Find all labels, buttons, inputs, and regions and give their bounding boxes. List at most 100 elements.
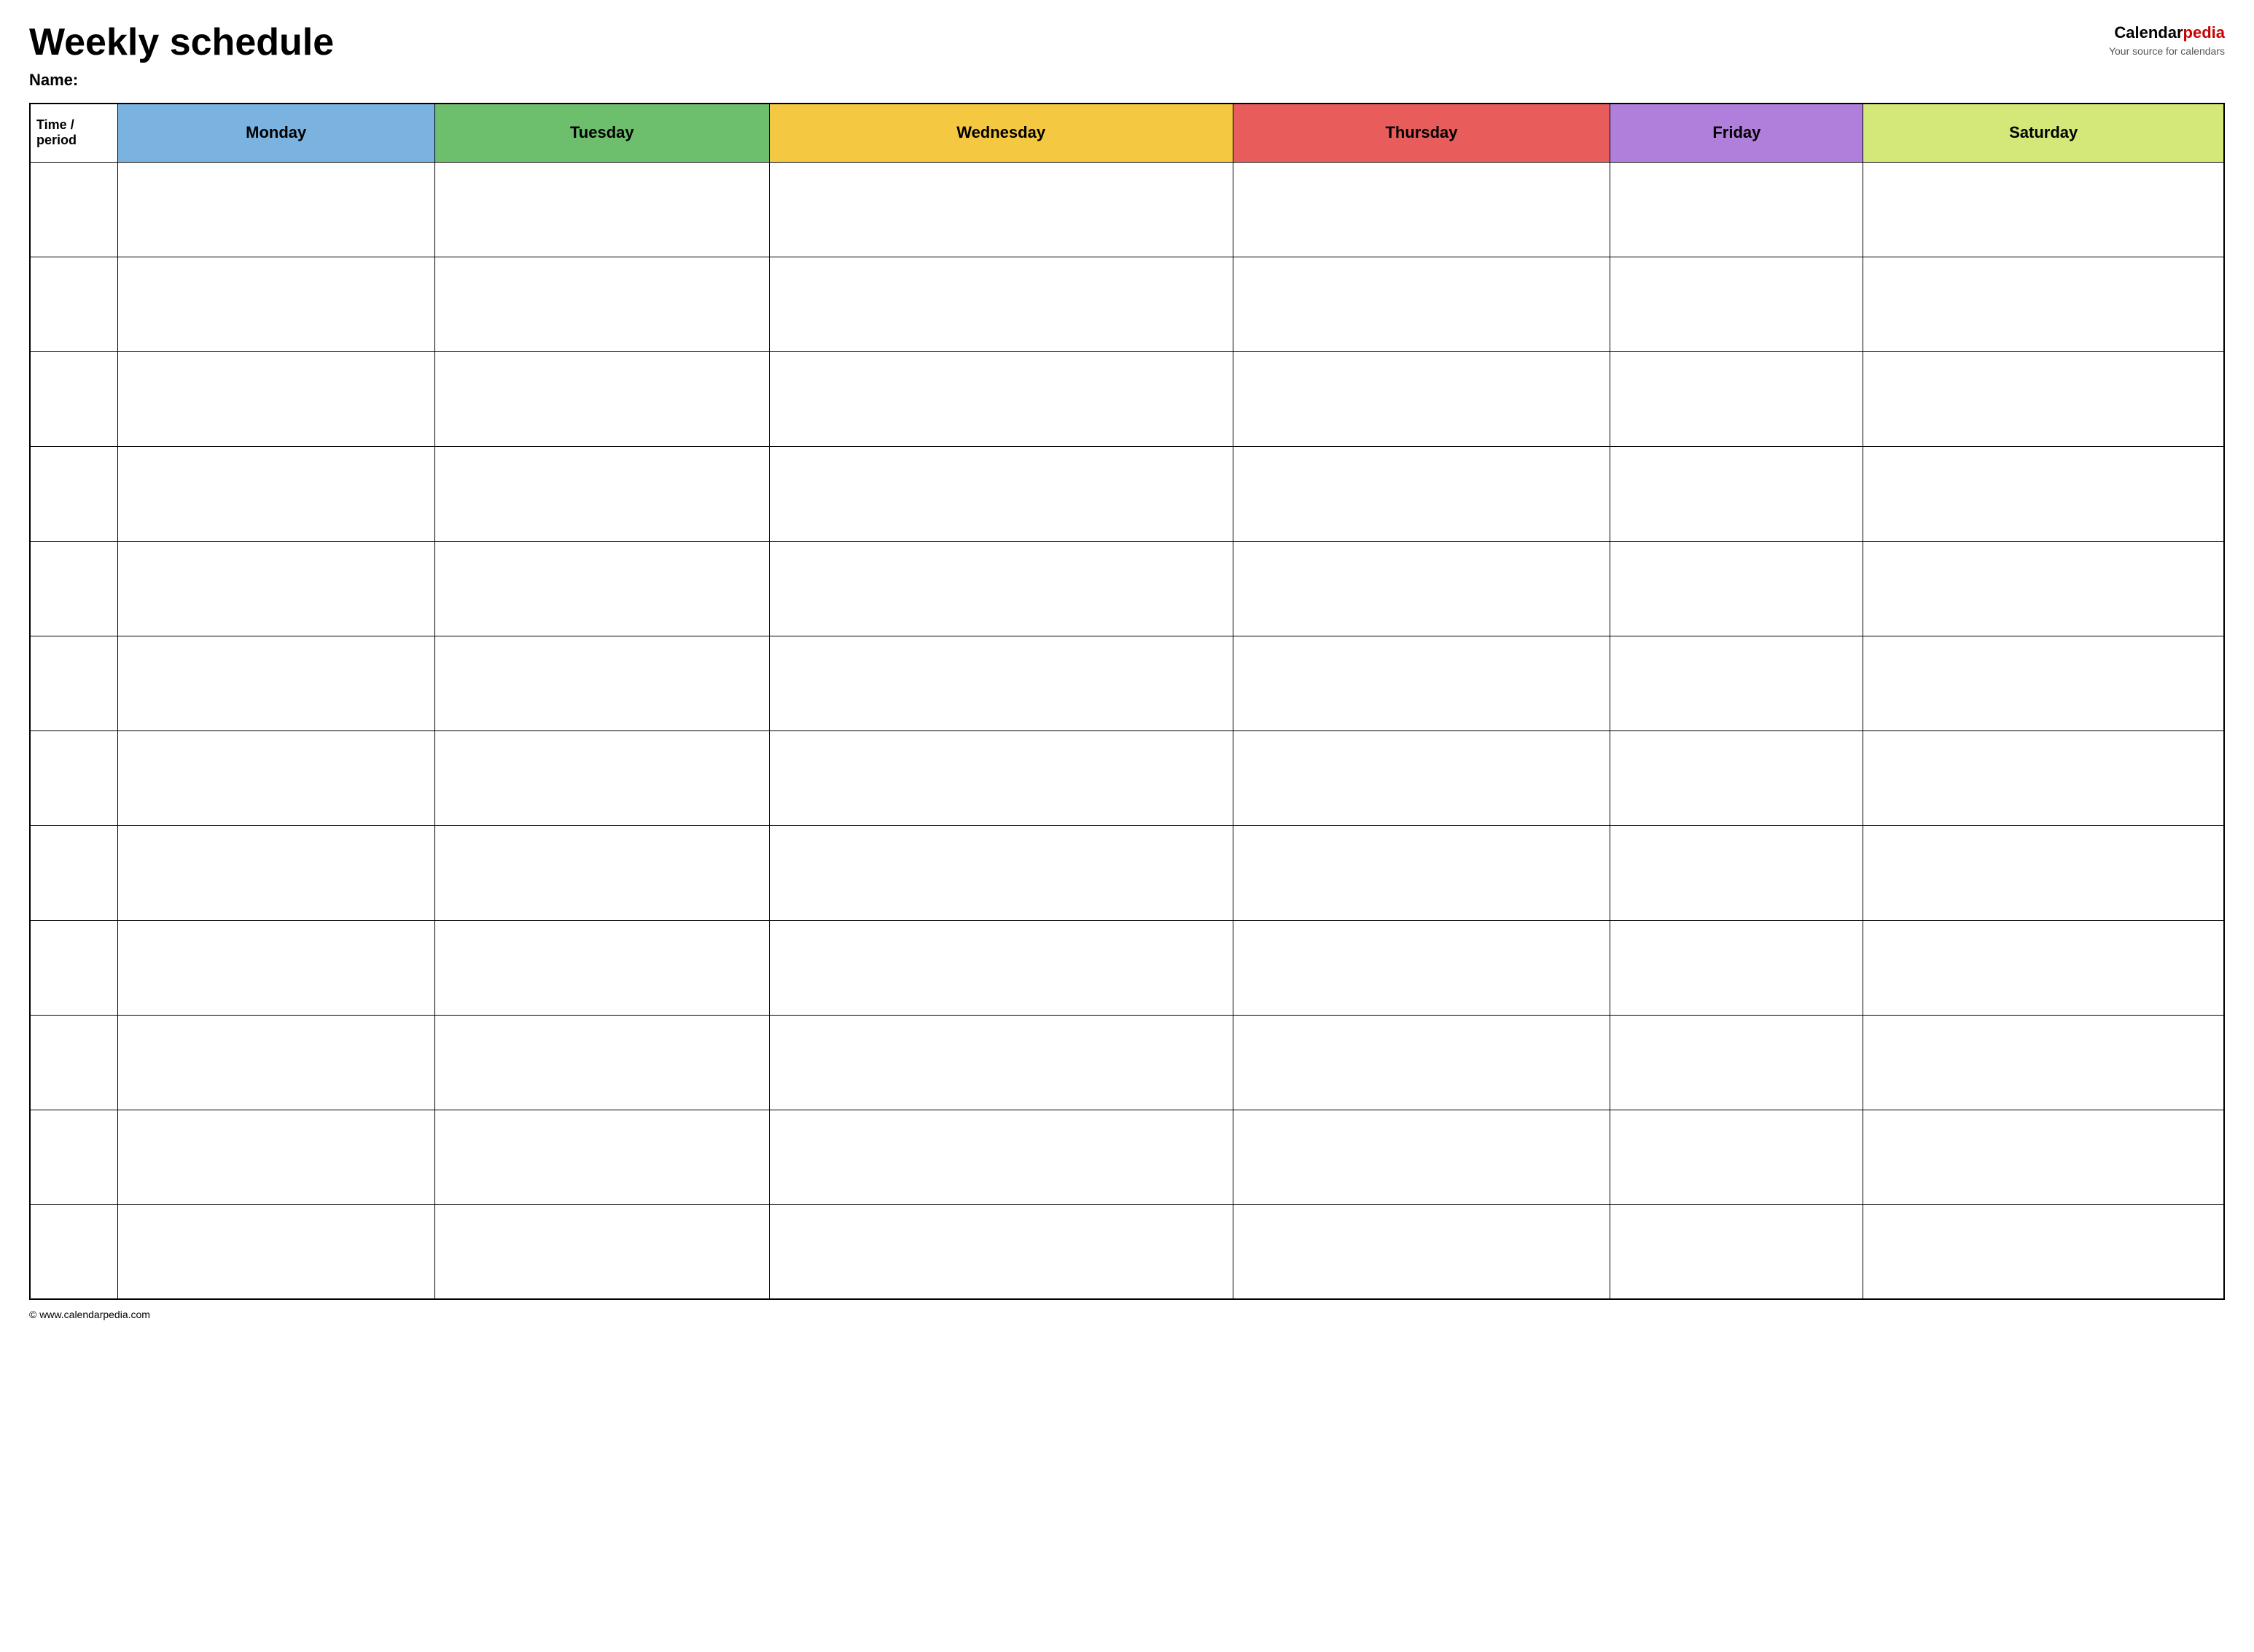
- cell-wednesday[interactable]: [769, 541, 1233, 636]
- cell-friday[interactable]: [1610, 730, 1863, 825]
- cell-thursday[interactable]: [1233, 446, 1610, 541]
- cell-wednesday[interactable]: [769, 1110, 1233, 1204]
- cell-thursday[interactable]: [1233, 351, 1610, 446]
- cell-friday[interactable]: [1610, 636, 1863, 730]
- cell-wednesday[interactable]: [769, 446, 1233, 541]
- table-row: [30, 920, 2224, 1015]
- cell-wednesday[interactable]: [769, 636, 1233, 730]
- table-row: [30, 636, 2224, 730]
- time-cell[interactable]: [30, 636, 117, 730]
- page-title: Weekly schedule: [29, 22, 334, 63]
- cell-tuesday[interactable]: [434, 541, 769, 636]
- cell-wednesday[interactable]: [769, 257, 1233, 351]
- cell-saturday[interactable]: [1863, 162, 2224, 257]
- cell-monday[interactable]: [117, 730, 434, 825]
- cell-friday[interactable]: [1610, 1015, 1863, 1110]
- cell-thursday[interactable]: [1233, 257, 1610, 351]
- cell-saturday[interactable]: [1863, 920, 2224, 1015]
- cell-saturday[interactable]: [1863, 730, 2224, 825]
- logo-text: Calendarpedia: [2109, 22, 2225, 44]
- cell-friday[interactable]: [1610, 257, 1863, 351]
- time-cell[interactable]: [30, 351, 117, 446]
- header-row: Time / period Monday Tuesday Wednesday T…: [30, 104, 2224, 162]
- cell-tuesday[interactable]: [434, 446, 769, 541]
- cell-monday[interactable]: [117, 446, 434, 541]
- col-header-thursday: Thursday: [1233, 104, 1610, 162]
- table-row: [30, 1204, 2224, 1299]
- cell-thursday[interactable]: [1233, 1015, 1610, 1110]
- cell-tuesday[interactable]: [434, 1015, 769, 1110]
- cell-tuesday[interactable]: [434, 636, 769, 730]
- cell-thursday[interactable]: [1233, 825, 1610, 920]
- cell-thursday[interactable]: [1233, 920, 1610, 1015]
- logo-calendar-part: Calendar: [2114, 23, 2183, 42]
- table-row: [30, 257, 2224, 351]
- cell-friday[interactable]: [1610, 446, 1863, 541]
- time-cell[interactable]: [30, 730, 117, 825]
- cell-wednesday[interactable]: [769, 1015, 1233, 1110]
- cell-friday[interactable]: [1610, 1110, 1863, 1204]
- cell-monday[interactable]: [117, 920, 434, 1015]
- cell-thursday[interactable]: [1233, 541, 1610, 636]
- cell-wednesday[interactable]: [769, 825, 1233, 920]
- cell-monday[interactable]: [117, 162, 434, 257]
- cell-tuesday[interactable]: [434, 920, 769, 1015]
- cell-thursday[interactable]: [1233, 162, 1610, 257]
- cell-thursday[interactable]: [1233, 636, 1610, 730]
- cell-tuesday[interactable]: [434, 257, 769, 351]
- cell-friday[interactable]: [1610, 1204, 1863, 1299]
- table-row: [30, 446, 2224, 541]
- time-cell[interactable]: [30, 541, 117, 636]
- logo-pedia-part: pedia: [2183, 23, 2225, 42]
- cell-monday[interactable]: [117, 825, 434, 920]
- cell-wednesday[interactable]: [769, 730, 1233, 825]
- time-cell[interactable]: [30, 162, 117, 257]
- cell-saturday[interactable]: [1863, 1204, 2224, 1299]
- cell-saturday[interactable]: [1863, 1110, 2224, 1204]
- time-cell[interactable]: [30, 825, 117, 920]
- col-header-friday: Friday: [1610, 104, 1863, 162]
- cell-monday[interactable]: [117, 541, 434, 636]
- cell-friday[interactable]: [1610, 162, 1863, 257]
- cell-monday[interactable]: [117, 351, 434, 446]
- cell-tuesday[interactable]: [434, 825, 769, 920]
- cell-monday[interactable]: [117, 1204, 434, 1299]
- cell-saturday[interactable]: [1863, 257, 2224, 351]
- cell-saturday[interactable]: [1863, 636, 2224, 730]
- cell-tuesday[interactable]: [434, 351, 769, 446]
- cell-saturday[interactable]: [1863, 825, 2224, 920]
- time-cell[interactable]: [30, 446, 117, 541]
- table-row: [30, 351, 2224, 446]
- cell-saturday[interactable]: [1863, 446, 2224, 541]
- cell-wednesday[interactable]: [769, 1204, 1233, 1299]
- cell-thursday[interactable]: [1233, 1110, 1610, 1204]
- time-cell[interactable]: [30, 1110, 117, 1204]
- cell-monday[interactable]: [117, 1015, 434, 1110]
- title-section: Weekly schedule Name:: [29, 22, 334, 90]
- cell-monday[interactable]: [117, 636, 434, 730]
- cell-wednesday[interactable]: [769, 351, 1233, 446]
- table-row: [30, 541, 2224, 636]
- time-cell[interactable]: [30, 1204, 117, 1299]
- time-cell[interactable]: [30, 1015, 117, 1110]
- cell-tuesday[interactable]: [434, 1110, 769, 1204]
- cell-wednesday[interactable]: [769, 162, 1233, 257]
- cell-monday[interactable]: [117, 1110, 434, 1204]
- cell-friday[interactable]: [1610, 825, 1863, 920]
- cell-thursday[interactable]: [1233, 730, 1610, 825]
- footer-url: © www.calendarpedia.com: [29, 1309, 150, 1320]
- cell-friday[interactable]: [1610, 351, 1863, 446]
- cell-wednesday[interactable]: [769, 920, 1233, 1015]
- cell-thursday[interactable]: [1233, 1204, 1610, 1299]
- cell-saturday[interactable]: [1863, 351, 2224, 446]
- cell-friday[interactable]: [1610, 920, 1863, 1015]
- cell-friday[interactable]: [1610, 541, 1863, 636]
- cell-tuesday[interactable]: [434, 730, 769, 825]
- time-cell[interactable]: [30, 920, 117, 1015]
- cell-tuesday[interactable]: [434, 1204, 769, 1299]
- time-cell[interactable]: [30, 257, 117, 351]
- cell-monday[interactable]: [117, 257, 434, 351]
- cell-tuesday[interactable]: [434, 162, 769, 257]
- cell-saturday[interactable]: [1863, 541, 2224, 636]
- cell-saturday[interactable]: [1863, 1015, 2224, 1110]
